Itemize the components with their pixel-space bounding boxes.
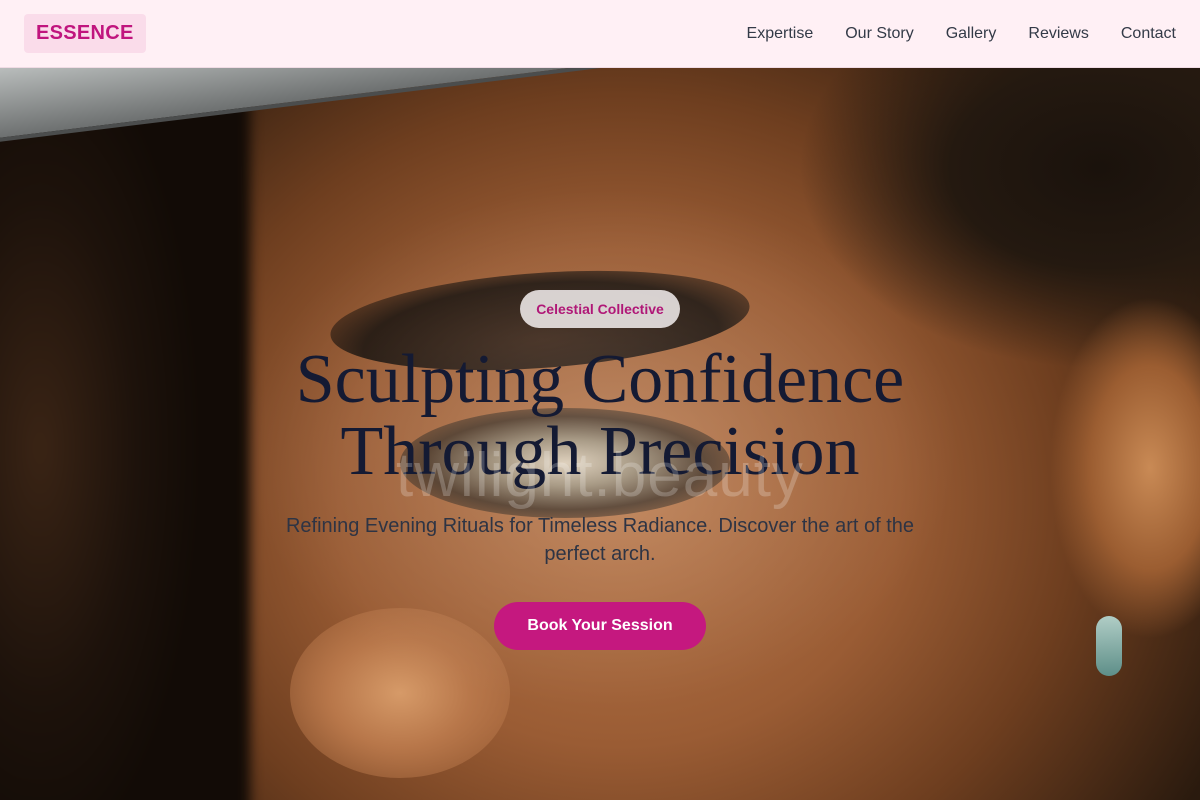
nav-link-reviews[interactable]: Reviews [1028, 25, 1088, 43]
top-navbar: ESSENCE Expertise Our Story Gallery Revi… [0, 0, 1200, 68]
hero-subtitle: Refining Evening Rituals for Timeless Ra… [285, 515, 915, 565]
hero-section: twilight.beauty Celestial Collective Scu… [0, 68, 1200, 800]
nav-link-contact[interactable]: Contact [1121, 25, 1176, 43]
headline-line-1: Sculpting Confidence [295, 341, 905, 418]
nav-link-expertise[interactable]: Expertise [747, 25, 814, 43]
nav-link-gallery[interactable]: Gallery [946, 25, 997, 43]
headline-line-2: Through Precision [340, 413, 860, 490]
nav-link-our-story[interactable]: Our Story [845, 25, 913, 43]
hero-headline: Sculpting Confidence Through Precision [220, 344, 980, 488]
brand-logo[interactable]: ESSENCE [24, 14, 146, 53]
book-session-button[interactable]: Book Your Session [494, 602, 706, 650]
nav-links: Expertise Our Story Gallery Reviews Cont… [747, 25, 1176, 43]
hero-badge: Celestial Collective [520, 290, 680, 328]
hero-content: twilight.beauty Celestial Collective Scu… [0, 290, 1200, 650]
